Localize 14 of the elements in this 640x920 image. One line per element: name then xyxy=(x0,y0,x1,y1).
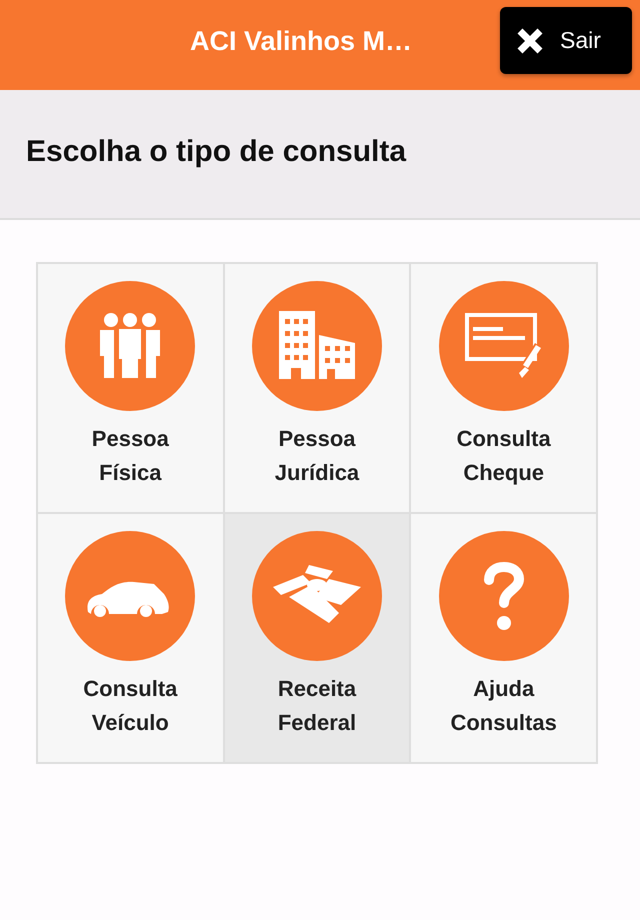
logout-button[interactable]: Sair xyxy=(500,7,632,74)
cheque-pen-icon xyxy=(464,313,543,379)
menu-tile[interactable]: Pessoa Jurídica xyxy=(224,263,410,513)
app-title: ACI Valinhos M… xyxy=(190,26,412,57)
question-mark-icon xyxy=(482,562,525,630)
page-heading: Escolha o tipo de consulta xyxy=(26,135,406,169)
menu-tile[interactable]: Pessoa Física xyxy=(37,263,224,513)
people-icon xyxy=(98,312,162,380)
menu-tile[interactable]: Receita Federal xyxy=(224,513,410,763)
close-icon xyxy=(516,26,544,54)
menu-tile[interactable]: Ajuda Consultas xyxy=(410,513,597,763)
menu-tile[interactable]: Consulta Cheque xyxy=(410,263,597,513)
menu-tile[interactable]: Consulta Veículo xyxy=(37,513,224,763)
buildings-icon xyxy=(278,311,355,381)
